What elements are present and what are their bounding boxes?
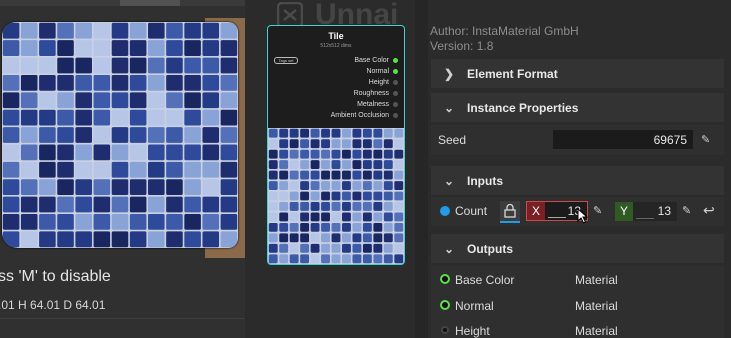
node-title: Tile (328, 31, 344, 41)
chevron-down-icon: ⌄ (443, 173, 455, 188)
output-connector-icon[interactable] (440, 274, 450, 284)
port-connector-icon[interactable] (393, 102, 398, 107)
port-connector-icon[interactable] (393, 58, 398, 63)
viewport-dimensions: .01 H 64.01 D 64.01 (0, 298, 106, 312)
output-connector-icon[interactable] (440, 300, 450, 310)
chevron-down-icon: ⌄ (443, 100, 455, 115)
viewport-hint-text: ss 'M' to disable (0, 268, 111, 285)
tile-mosaic-preview (2, 22, 238, 248)
output-name: Height (455, 324, 490, 338)
port-connector-icon[interactable] (393, 113, 398, 118)
node-port-height[interactable]: Height (369, 77, 398, 88)
count-label: Count (455, 204, 488, 218)
node-port-base-color[interactable]: Base Color (354, 55, 398, 66)
node-port-label: Ambient Occlusion (330, 112, 389, 119)
count-y-value: 13 (657, 204, 671, 218)
y-axis-label: Y (615, 202, 633, 221)
output-type: Material (575, 273, 618, 287)
section-title: Element Format (467, 66, 558, 81)
port-connector-icon[interactable] (393, 91, 398, 96)
seed-label: Seed (438, 133, 467, 147)
section-title: Outputs (467, 241, 513, 256)
x-slider-track (548, 217, 566, 218)
x-axis-label: X (527, 202, 545, 220)
author-text: Author: InstaMaterial GmbH (430, 24, 579, 38)
material-preview-cube[interactable] (2, 22, 238, 248)
output-row-height[interactable]: Height Material (431, 318, 724, 338)
viewport-toolbar (0, 0, 245, 6)
output-name: Normal (455, 299, 494, 313)
3d-viewport[interactable]: ss 'M' to disable .01 H 64.01 D 64.01 (0, 0, 245, 338)
edit-pencil-icon[interactable]: ✎ (593, 204, 602, 217)
count-row: Count X 13 ✎ Y 13 ✎ ↩ (431, 197, 724, 226)
output-connector-icon[interactable] (441, 326, 449, 334)
chevron-right-icon: ❯ (443, 66, 455, 81)
node-preview-thumbnail (268, 128, 404, 264)
node-port-label: Roughness (353, 90, 389, 97)
chevron-down-icon: ⌄ (443, 241, 455, 256)
node-port-label: Metalness (357, 101, 389, 108)
node-port-label: Normal (366, 68, 389, 75)
node-port-label: Base Color (354, 57, 389, 64)
port-connector-icon[interactable] (393, 69, 398, 74)
seed-input[interactable]: 69675 (553, 130, 693, 149)
output-row-base-color[interactable]: Base Color Material (431, 266, 724, 292)
section-outputs[interactable]: ⌄ Outputs (431, 234, 724, 263)
output-type: Material (575, 299, 618, 313)
node-port-roughness[interactable]: Roughness (354, 88, 398, 99)
node-subtitle: 512x512 dims (320, 43, 352, 49)
mouse-cursor-icon (577, 208, 589, 224)
section-inputs[interactable]: ⌄ Inputs (431, 166, 724, 195)
version-text: Version: 1.8 (430, 39, 494, 53)
y-slider-track (636, 218, 654, 219)
tile-node[interactable]: Tile 512x512 dims Tags set Base Color No… (267, 25, 405, 265)
node-port-normal[interactable]: Normal (366, 66, 398, 77)
section-element-format[interactable]: ❯ Element Format (431, 59, 724, 88)
viewport-toolbar-tab[interactable] (120, 0, 180, 6)
viewport-divider (0, 318, 245, 319)
node-tag-pill[interactable]: Tags set (274, 57, 298, 64)
output-row-normal[interactable]: Normal Material (431, 292, 724, 318)
node-port-label: Height (368, 79, 389, 86)
tile-mosaic-thumbnail (268, 128, 404, 264)
node-port-metalness[interactable]: Metalness (357, 99, 398, 110)
port-connector-icon[interactable] (393, 80, 398, 85)
node-port-ambient-occlusion[interactable]: Ambient Occlusion (331, 110, 398, 121)
count-y-input[interactable]: Y 13 (615, 202, 677, 221)
section-title: Instance Properties (467, 100, 579, 115)
edit-pencil-icon[interactable]: ✎ (701, 133, 710, 146)
output-type: Material (575, 324, 618, 338)
section-instance-properties[interactable]: ⌄ Instance Properties (431, 93, 724, 122)
output-name: Base Color (455, 273, 515, 287)
input-connector-icon[interactable] (440, 206, 450, 216)
panel-splitter[interactable] (415, 0, 428, 338)
seed-row: Seed 69675 ✎ (431, 125, 724, 155)
lock-icon[interactable] (500, 201, 520, 223)
edit-pencil-icon[interactable]: ✎ (682, 204, 691, 217)
reset-undo-icon[interactable]: ↩ (703, 202, 715, 219)
section-title: Inputs (467, 173, 503, 188)
